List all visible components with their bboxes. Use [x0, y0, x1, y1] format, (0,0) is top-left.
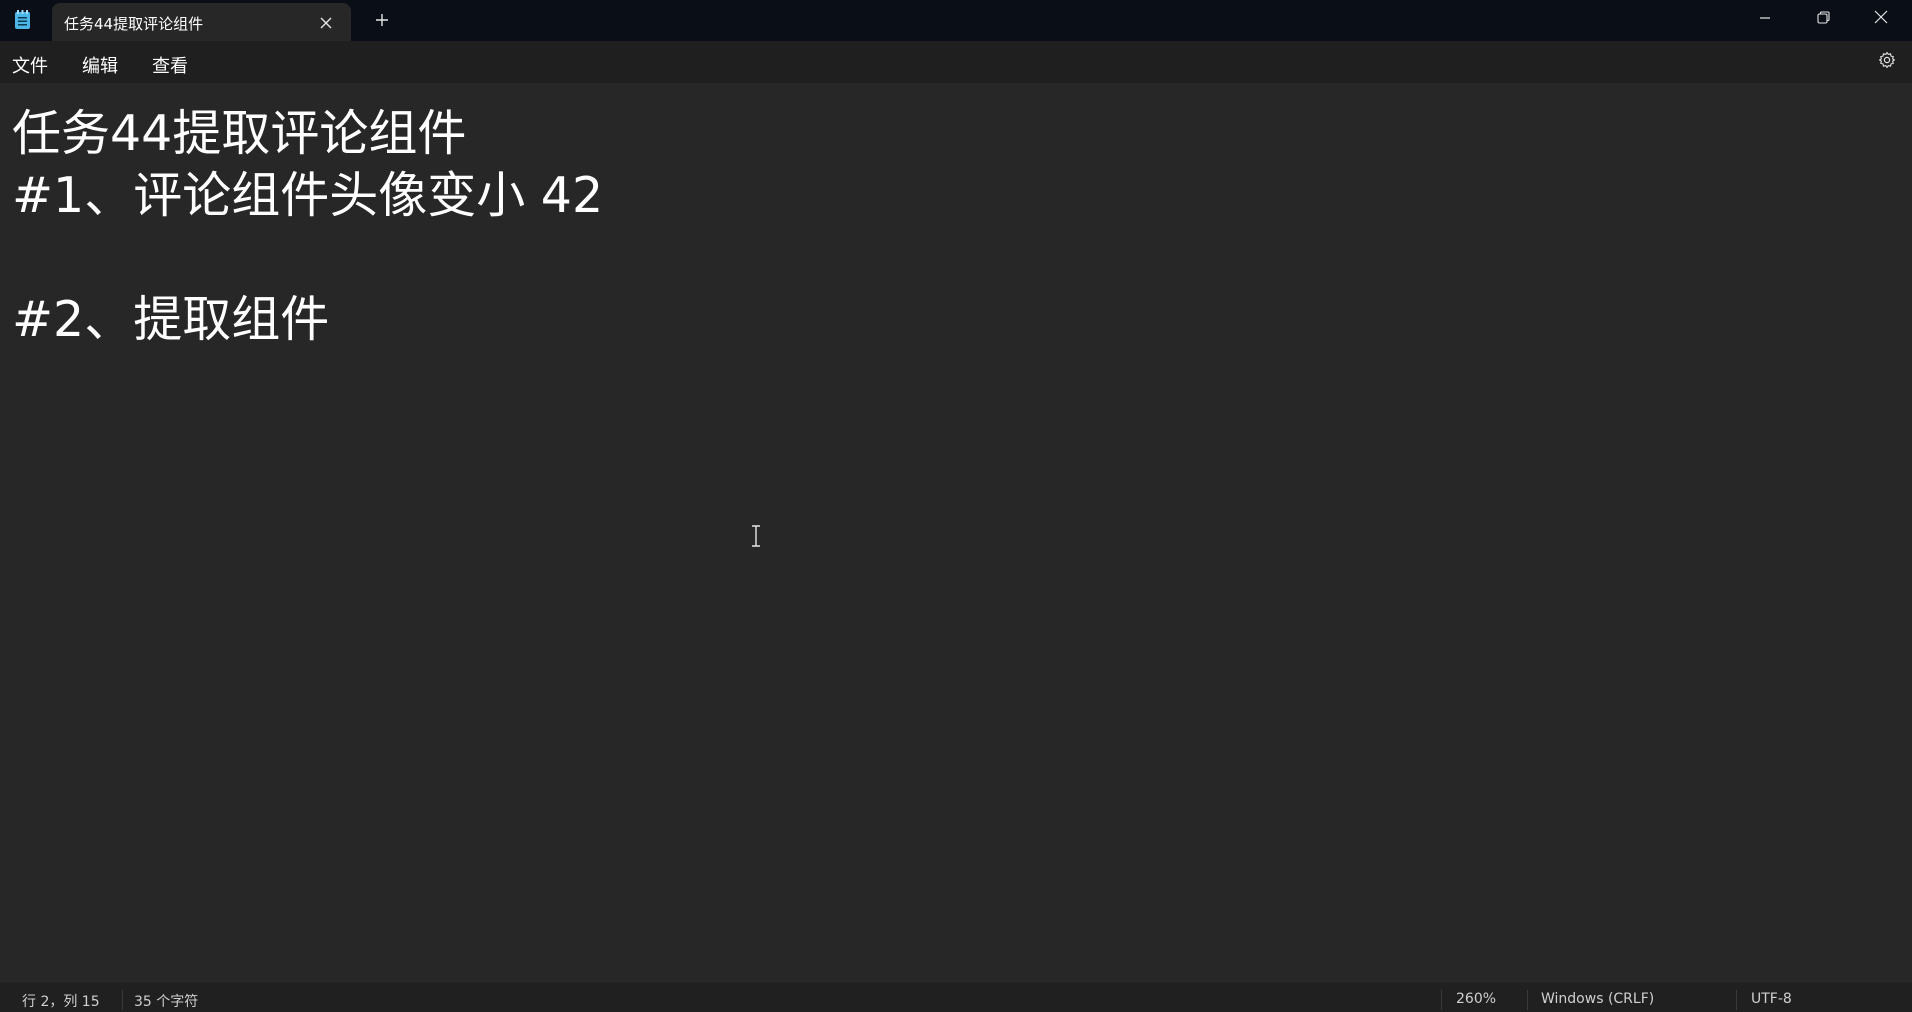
status-divider	[1441, 990, 1442, 1010]
gear-icon	[1878, 51, 1896, 73]
zoom-level[interactable]: 260%	[1456, 991, 1496, 1007]
status-divider	[1736, 990, 1737, 1010]
notepad-icon	[14, 10, 31, 30]
editor-line: #2、提取组件	[12, 291, 330, 348]
cursor-position: 行 2，列 15	[22, 994, 100, 1010]
menu-view[interactable]: 查看	[150, 50, 190, 80]
tab-close-button[interactable]	[313, 11, 339, 35]
close-icon	[1874, 9, 1888, 28]
new-tab-button[interactable]	[367, 8, 397, 34]
notepad-window: 任务44提取评论组件 文件 编辑 查看 任务44提取评论组件 #1、评论组件头像…	[0, 0, 1912, 1012]
close-icon	[320, 14, 332, 33]
menu-bar: 文件 编辑 查看	[0, 41, 1912, 83]
line-ending[interactable]: Windows (CRLF)	[1541, 991, 1654, 1007]
status-divider	[122, 990, 123, 1010]
text-cursor-icon	[749, 524, 763, 548]
restore-icon	[1816, 9, 1830, 28]
editor-line: #1、评论组件头像变小 42	[12, 167, 604, 224]
status-divider	[1527, 990, 1528, 1010]
encoding[interactable]: UTF-8	[1751, 991, 1792, 1007]
status-bar: 行 2，列 15 35 个字符 260% Windows (CRLF) UTF-…	[0, 981, 1912, 1012]
character-count: 35 个字符	[134, 994, 199, 1010]
restore-button[interactable]	[1794, 0, 1852, 36]
minimize-button[interactable]	[1736, 0, 1794, 36]
editor-line: 任务44提取评论组件	[12, 105, 467, 162]
title-bar: 任务44提取评论组件	[0, 0, 1912, 41]
close-window-button[interactable]	[1852, 0, 1910, 36]
plus-icon	[375, 12, 389, 31]
tab-document[interactable]: 任务44提取评论组件	[52, 3, 351, 41]
minimize-icon	[1759, 9, 1771, 28]
menu-edit[interactable]: 编辑	[80, 50, 120, 80]
tab-title: 任务44提取评论组件	[64, 15, 204, 33]
menu-file[interactable]: 文件	[10, 50, 50, 80]
settings-button[interactable]	[1874, 49, 1900, 75]
text-editor[interactable]: 任务44提取评论组件 #1、评论组件头像变小 42 #2、提取组件	[0, 83, 1912, 981]
